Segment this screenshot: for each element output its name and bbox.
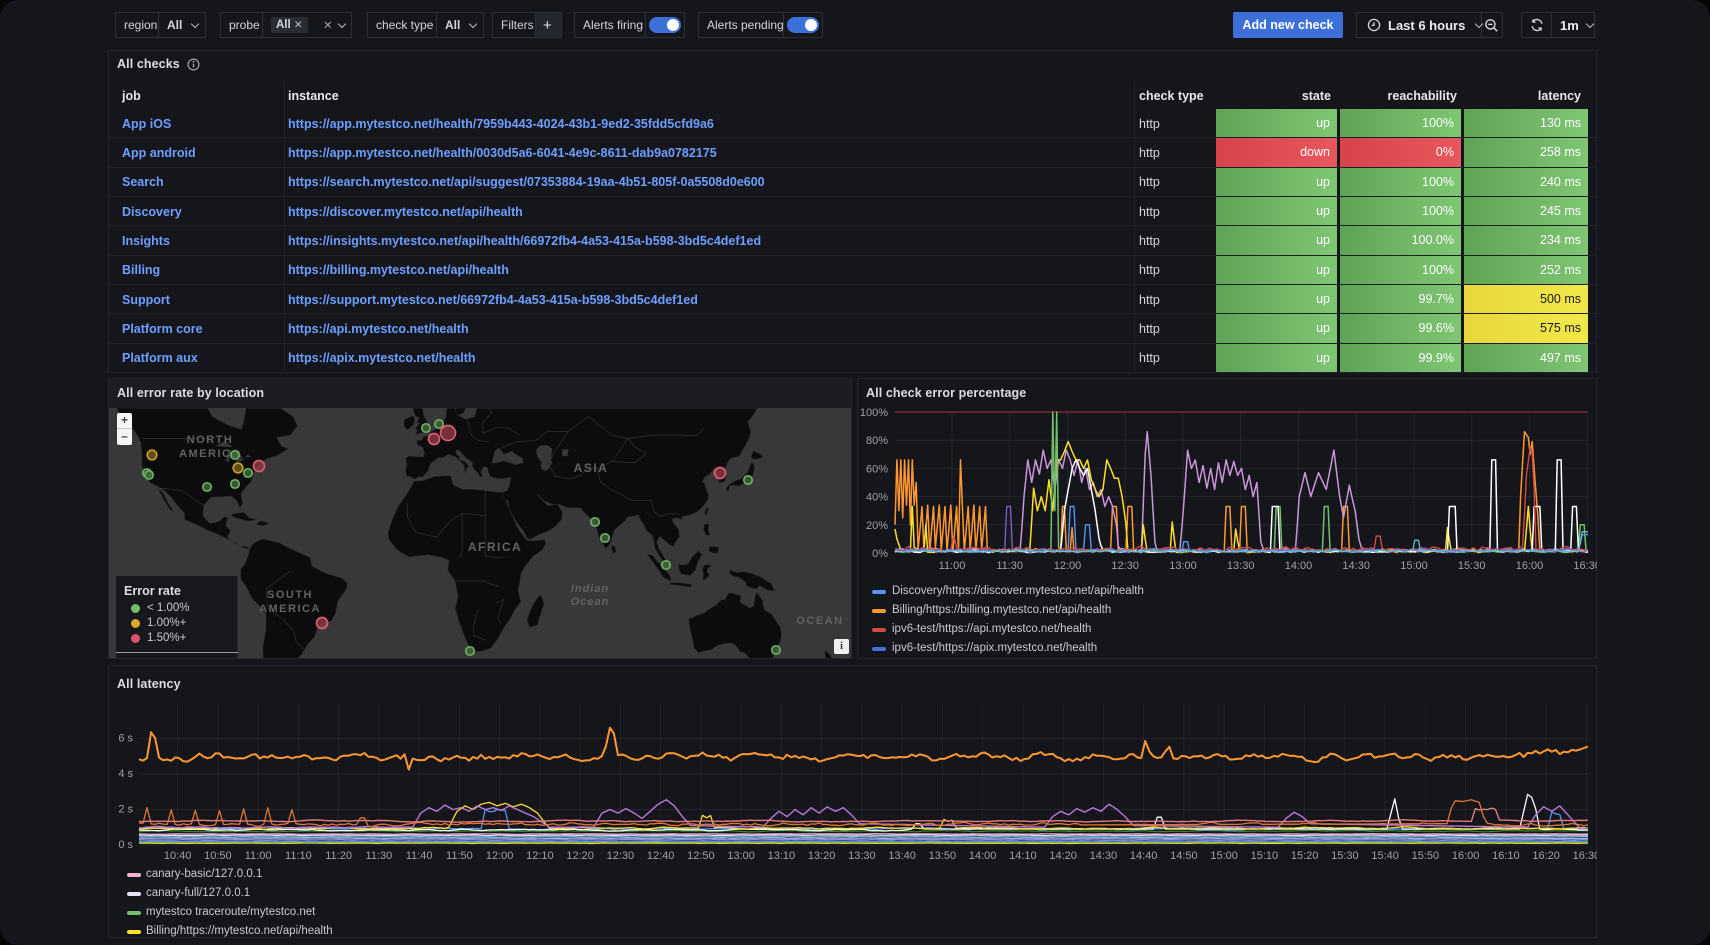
svg-text:11:30: 11:30 [366,850,393,862]
svg-text:6 s: 6 s [118,733,133,745]
svg-text:60%: 60% [866,463,888,475]
svg-text:16:00: 16:00 [1516,560,1544,572]
svg-text:14:10: 14:10 [1009,850,1037,862]
svg-text:12:00: 12:00 [486,850,514,862]
svg-text:15:40: 15:40 [1371,850,1399,862]
svg-text:16:10: 16:10 [1492,850,1520,862]
svg-text:14:00: 14:00 [969,850,997,862]
svg-text:12:40: 12:40 [647,850,675,862]
svg-text:16:30: 16:30 [1573,850,1597,862]
svg-text:13:40: 13:40 [888,850,916,862]
svg-text:13:10: 13:10 [768,850,796,862]
svg-text:11:10: 11:10 [285,850,312,862]
svg-text:13:00: 13:00 [727,850,755,862]
svg-text:11:20: 11:20 [325,850,352,862]
svg-text:14:00: 14:00 [1285,560,1313,572]
svg-text:12:30: 12:30 [1111,560,1139,572]
svg-text:14:30: 14:30 [1090,850,1118,862]
svg-text:OCEAN: OCEAN [796,615,843,627]
svg-text:11:00: 11:00 [245,850,272,862]
svg-text:10:50: 10:50 [204,850,232,862]
svg-text:NORTH: NORTH [187,434,234,446]
svg-text:15:30: 15:30 [1331,850,1359,862]
svg-text:13:20: 13:20 [808,850,836,862]
svg-text:100%: 100% [860,407,888,419]
svg-text:12:20: 12:20 [566,850,594,862]
svg-text:ASIA: ASIA [574,461,609,475]
svg-text:15:00: 15:00 [1210,850,1238,862]
svg-text:11:00: 11:00 [939,560,966,572]
svg-text:12:00: 12:00 [1054,560,1082,572]
svg-text:12:30: 12:30 [607,850,635,862]
svg-text:15:30: 15:30 [1458,560,1486,572]
svg-text:11:50: 11:50 [446,850,473,862]
svg-text:15:20: 15:20 [1291,850,1319,862]
svg-text:13:50: 13:50 [929,850,957,862]
svg-text:4 s: 4 s [118,768,133,780]
svg-text:2 s: 2 s [118,804,133,816]
svg-text:SOUTH: SOUTH [267,589,313,601]
svg-text:11:30: 11:30 [996,560,1023,572]
svg-text:16:20: 16:20 [1532,850,1560,862]
svg-text:15:10: 15:10 [1251,850,1279,862]
svg-text:12:50: 12:50 [687,850,715,862]
svg-text:14:50: 14:50 [1170,850,1198,862]
svg-text:16:30: 16:30 [1573,560,1597,572]
svg-text:14:30: 14:30 [1342,560,1370,572]
svg-text:15:50: 15:50 [1412,850,1440,862]
svg-text:13:30: 13:30 [1227,560,1255,572]
svg-text:80%: 80% [866,435,888,447]
svg-text:10:40: 10:40 [164,850,192,862]
svg-text:0%: 0% [872,548,888,560]
svg-text:16:00: 16:00 [1452,850,1480,862]
svg-text:Indian: Indian [571,583,609,595]
svg-text:13:00: 13:00 [1169,560,1197,572]
svg-text:14:20: 14:20 [1049,850,1077,862]
svg-text:14:40: 14:40 [1130,850,1158,862]
svg-text:13:30: 13:30 [848,850,876,862]
svg-text:AMERICA: AMERICA [259,603,321,615]
svg-text:AFRICA: AFRICA [468,540,522,554]
svg-text:40%: 40% [866,492,888,504]
svg-text:Ocean: Ocean [571,596,610,608]
svg-text:20%: 20% [866,520,888,532]
svg-text:12:10: 12:10 [526,850,554,862]
svg-text:0 s: 0 s [118,839,133,851]
svg-text:15:00: 15:00 [1400,560,1428,572]
svg-text:11:40: 11:40 [406,850,433,862]
